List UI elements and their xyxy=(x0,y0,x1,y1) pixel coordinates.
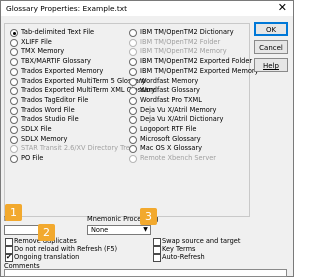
format-radio-label: Wordfast Glossary xyxy=(140,86,200,95)
radio-circle xyxy=(129,58,137,67)
glossary-properties-dialog: Glossary Properties: Example.txt ✕ Tab-d… xyxy=(0,0,294,277)
radio-circle xyxy=(10,106,18,115)
radio-circle xyxy=(10,155,18,164)
radio-circle xyxy=(129,96,137,105)
check-icon: ✔ xyxy=(6,253,12,261)
radio-circle xyxy=(129,135,137,144)
radio-circle xyxy=(10,58,18,67)
checkbox-box: ✔ xyxy=(5,253,13,262)
format-radio-label: SDLX File xyxy=(21,125,52,133)
comments-textarea[interactable] xyxy=(4,269,287,277)
radio-circle xyxy=(129,106,137,115)
radio-circle xyxy=(129,67,137,76)
chevron-down-icon: ▼ xyxy=(143,226,148,233)
radio-circle xyxy=(129,29,137,37)
radio-circle xyxy=(129,145,137,154)
format-radio-label: IBM TM/OpenTM2 Exported Memory xyxy=(140,66,259,75)
radio-circle xyxy=(10,38,18,47)
radio-circle xyxy=(10,126,18,134)
auto-refresh-checkbox[interactable]: Auto-Refresh xyxy=(153,253,213,262)
format-radio-label: TMX Memory xyxy=(21,47,65,56)
radio-circle xyxy=(129,38,137,47)
format-radio-label: IBM TM/OpenTM2 Exported Folder xyxy=(140,57,253,66)
format-radio-label: Remote Xbench Server xyxy=(140,154,216,163)
format-radio-label: STAR Transit 2.6/XV Directory Tree xyxy=(21,144,134,153)
format-radio-label: TBX/MARTIF Glossary xyxy=(21,57,91,66)
radio-circle xyxy=(129,116,137,125)
radio-circle xyxy=(10,77,18,86)
format-radio-label: Deja Vu X/Atril Dictionary xyxy=(140,115,224,124)
radio-circle xyxy=(10,48,18,57)
radio-circle xyxy=(10,145,18,154)
radio-circle xyxy=(10,96,18,105)
format-radio-label: IBM TM/OpenTM2 Dictionary xyxy=(140,28,234,36)
cancel-button[interactable]: Cancel xyxy=(254,40,288,54)
format-radio-label: Trados TagEditor File xyxy=(21,95,89,104)
format-groupbox: Tab-delimited Text File XLIFF File TMX Mem… xyxy=(4,23,259,217)
format-radio-label: Logoport RTF File xyxy=(140,125,197,133)
format-radio-label: Wordfast Memory xyxy=(140,76,199,85)
format-radio-label: Wordfast Pro TXML xyxy=(140,95,202,104)
ongoing-translation-checkbox[interactable]: ✔ Ongoing translation xyxy=(5,253,85,262)
close-icon[interactable]: ✕ xyxy=(278,1,287,15)
title-bar: Glossary Properties: Example.txt ✕ xyxy=(1,1,293,16)
format-radio-label: Microsoft Glossary xyxy=(140,134,201,143)
radio-circle xyxy=(10,87,18,96)
format-radio-label: Deja Vu X/Atril Memory xyxy=(140,105,217,114)
radio-circle xyxy=(129,77,137,86)
format-radio-label: Trados Studio File xyxy=(21,115,79,124)
format-radio-label: SDLX Memory xyxy=(21,134,68,143)
help-button[interactable]: Help xyxy=(254,58,288,72)
format-radio-label: IBM TM/OpenTM2 Folder xyxy=(140,37,221,46)
auto-refresh-label: Auto-Refresh xyxy=(162,253,205,261)
radio-circle xyxy=(129,126,137,134)
format-radio-label: Trados Exported MultiTerm 5 Glossary xyxy=(21,76,146,85)
ongoing-translation-label: Ongoing translation xyxy=(14,253,80,261)
radio-circle xyxy=(10,67,18,76)
callout-badge-3: 3 xyxy=(140,208,157,225)
checkbox-box xyxy=(153,254,161,262)
help-button-label: Help xyxy=(263,62,279,70)
format-radio-label: Trados Exported Memory xyxy=(21,66,104,75)
format-radio-label: PO File xyxy=(21,154,44,163)
radio-circle xyxy=(129,48,137,57)
radio-circle xyxy=(10,135,18,144)
format-radio-label: XLIFF File xyxy=(21,37,52,46)
format-radio-label: Mac OS X Glossary xyxy=(140,144,203,153)
format-radio-label: IBM TM/OpenTM2 Memory xyxy=(140,47,227,56)
callout-badge-2: 2 xyxy=(38,224,55,241)
radio-circle xyxy=(10,116,18,125)
radio-circle xyxy=(10,29,18,37)
format-radio-label: Trados Word File xyxy=(21,105,75,114)
ok-button[interactable]: OK xyxy=(254,22,288,36)
mnemonic-combo[interactable]: None ▼ xyxy=(87,225,151,235)
format-radio-label: Tab-delimited Text File xyxy=(21,28,95,36)
mnemonic-value: None xyxy=(91,226,109,234)
window-title: Glossary Properties: Example.txt xyxy=(6,4,128,13)
callout-badge-1: 1 xyxy=(5,204,22,221)
radio-circle xyxy=(129,155,137,164)
comments-label: Comments xyxy=(4,262,40,270)
